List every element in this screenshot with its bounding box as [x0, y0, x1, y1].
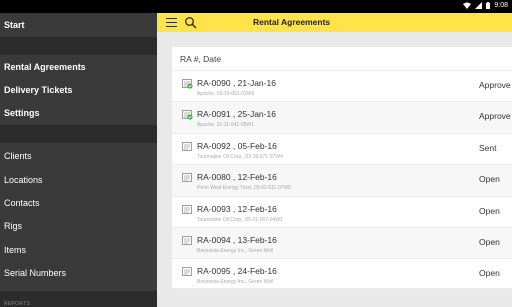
list-item[interactable]: RA-0091 , 25-Jan-16 Apache, 01-11-041-05W… [172, 102, 512, 134]
sidebar-item-items[interactable]: Items [0, 238, 157, 261]
separator: , [230, 266, 238, 277]
status-bar: 9:08 [0, 0, 512, 13]
sidebar-item-label: Start [4, 20, 25, 30]
sidebar-item-label: Clients [4, 150, 32, 161]
sidebar-item-label: Serial Numbers [4, 267, 67, 278]
sidebar-item-serial-numbers[interactable]: Serial Numbers [0, 261, 157, 284]
sidebar-item-contacts[interactable]: Contacts [0, 191, 157, 214]
separator: , [230, 78, 238, 88]
client-location: Bonavista Energy Inc., Green Well [197, 279, 274, 286]
agreement-number: RA-0093 [197, 203, 231, 214]
client-location: Tourmaline Oil Corp., 05-21-007-04W1 [197, 216, 283, 223]
sidebar-item-settings[interactable]: Settings [0, 101, 157, 124]
sidebar-divider [0, 125, 157, 143]
list-item[interactable]: RA-0092 , 05-Feb-16 Tourmaline Oil Corp.,… [172, 134, 512, 166]
sidebar-item-clients[interactable]: Clients [0, 144, 157, 167]
agreement-number-date: RA-0093 , 12-Feb-16 [197, 204, 277, 214]
status-time: 9:08 [494, 2, 508, 9]
status-icons: 9:08 [463, 2, 508, 9]
list-item[interactable]: RA-0094 , 13-Feb-16 Bonavista Energy Inc.… [172, 227, 512, 260]
app-header: Rental Agreements [157, 13, 512, 32]
agreement-number-date: RA-0091 , 25-Jan-16 [197, 109, 276, 119]
separator: , [230, 234, 238, 245]
agreement-date: 13-Feb-16 [237, 234, 277, 245]
separator: , [230, 109, 238, 120]
agreement-date: 24-Feb-16 [237, 266, 277, 277]
document-icon [182, 204, 192, 214]
agreement-date: 12-Feb-16 [237, 203, 277, 214]
status-badge: Open [479, 205, 500, 216]
agreement-number-date: RA-0095 , 24-Feb-16 [197, 266, 277, 276]
sidebar-item-locations[interactable]: Locations [0, 168, 157, 191]
agreement-date: 12-Feb-16 [237, 172, 277, 183]
sidebar-item-label: Locations [4, 174, 43, 185]
document-icon [182, 141, 192, 151]
sidebar-item-rental-agreements[interactable]: Rental Agreements [0, 55, 157, 78]
status-badge: Approve [479, 111, 511, 122]
list-rows: RA-0090 , 21-Jan-16 Apache, 03-10-051-02W… [172, 71, 512, 291]
sidebar-item-label: Rental Agreements [4, 61, 86, 72]
agreement-number: RA-0094 [197, 234, 231, 245]
status-badge: Sent [479, 142, 497, 153]
list-item[interactable]: RA-0093 , 12-Feb-16 Tourmaline Oil Corp.,… [172, 197, 512, 228]
client-location: Apache, 03-10-051-02W6 [197, 91, 255, 97]
sidebar-item-label: Rigs [4, 220, 23, 231]
agreement-date: 21-Jan-16 [237, 78, 276, 88]
sidebar-item-delivery-tickets[interactable]: Delivery Tickets [0, 78, 157, 101]
sidebar-divider [0, 37, 157, 55]
rental-agreements-list: RA #, Date RA-0090 , 21-Jan-16 Apache, 03… [172, 47, 512, 291]
status-badge: Open [479, 268, 500, 279]
agreement-number: RA-0080 [197, 172, 231, 183]
agreement-number-date: RA-0080 , 12-Feb-16 [197, 172, 277, 182]
status-badge: Open [479, 174, 500, 185]
sidebar-item-rigs[interactable]: Rigs [0, 214, 157, 237]
list-item[interactable]: RA-0090 , 21-Jan-16 Apache, 03-10-051-02W… [172, 71, 512, 103]
agreement-number: RA-0090 [197, 78, 231, 88]
agreement-number-date: RA-0090 , 21-Jan-16 [197, 78, 276, 88]
wifi-icon [463, 2, 472, 9]
client-location: Penn West Energy Trust, 05-02-011-07W5 [197, 185, 292, 192]
page-title: Rental Agreements [253, 17, 331, 27]
sidebar-item-label: Delivery Tickets [4, 84, 73, 95]
status-badge: Approve [479, 80, 511, 90]
list-item[interactable]: RA-0080 , 12-Feb-16 Penn West Energy Trus… [172, 165, 512, 197]
status-badge: Open [479, 236, 500, 247]
document-icon [182, 173, 192, 183]
sidebar-item-label: Items [4, 244, 27, 255]
signal-icon [475, 2, 483, 9]
sidebar-item-label: Settings [4, 107, 40, 118]
agreement-number-date: RA-0094 , 13-Feb-16 [197, 235, 277, 245]
navigation-drawer: Start Rental Agreements Delivery Tickets… [0, 13, 157, 307]
agreement-number: RA-0091 [197, 109, 231, 120]
agreement-date: 05-Feb-16 [237, 140, 277, 151]
column-header: RA #, Date [172, 47, 512, 71]
agreement-number: RA-0092 [197, 140, 231, 151]
separator: , [230, 203, 238, 214]
agreement-number-date: RA-0092 , 05-Feb-16 [197, 141, 277, 151]
client-location: Bonavista Energy Inc., Green Well [197, 247, 274, 254]
sidebar-section-label: REPORTS [4, 301, 31, 307]
client-location: Apache, 01-11-041-05W1 [197, 122, 254, 129]
separator: , [230, 172, 238, 183]
column-header-label: RA #, Date [180, 53, 222, 64]
sidebar-item-label: Contacts [4, 197, 40, 208]
client-location: Tourmaline Oil Corp., 03-18-071-07W4 [197, 153, 283, 160]
sidebar-item-start[interactable]: Start [0, 13, 157, 37]
approved-document-icon [182, 110, 193, 120]
agreement-number: RA-0095 [197, 266, 231, 277]
separator: , [230, 140, 238, 151]
list-item[interactable]: RA-0095 , 24-Feb-16 Bonavista Energy Inc.… [172, 259, 512, 291]
document-icon [182, 267, 192, 277]
document-icon [182, 236, 192, 245]
approved-document-icon [182, 79, 193, 89]
battery-icon [486, 2, 491, 9]
agreement-date: 25-Jan-16 [237, 109, 276, 120]
